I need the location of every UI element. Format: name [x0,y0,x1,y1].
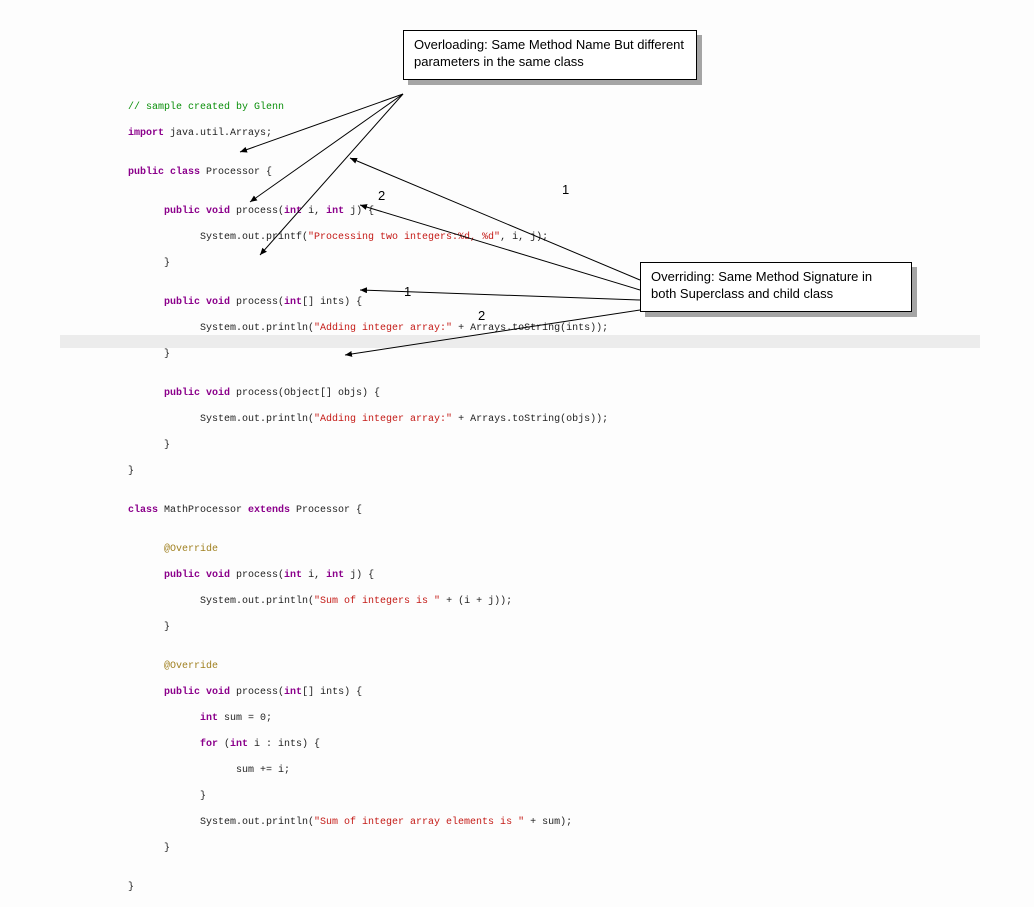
code-block: // sample created by Glenn import java.u… [128,88,608,907]
label-2-top: 2 [378,188,385,203]
callout-overloading: Overloading: Same Method Name But differ… [403,30,697,80]
callout-overriding: Overriding: Same Method Signature in bot… [640,262,912,312]
label-1-top: 1 [562,182,569,197]
label-2-mid: 2 [478,308,485,323]
label-1-mid: 1 [404,284,411,299]
code-comment: // sample created by Glenn [128,102,284,113]
